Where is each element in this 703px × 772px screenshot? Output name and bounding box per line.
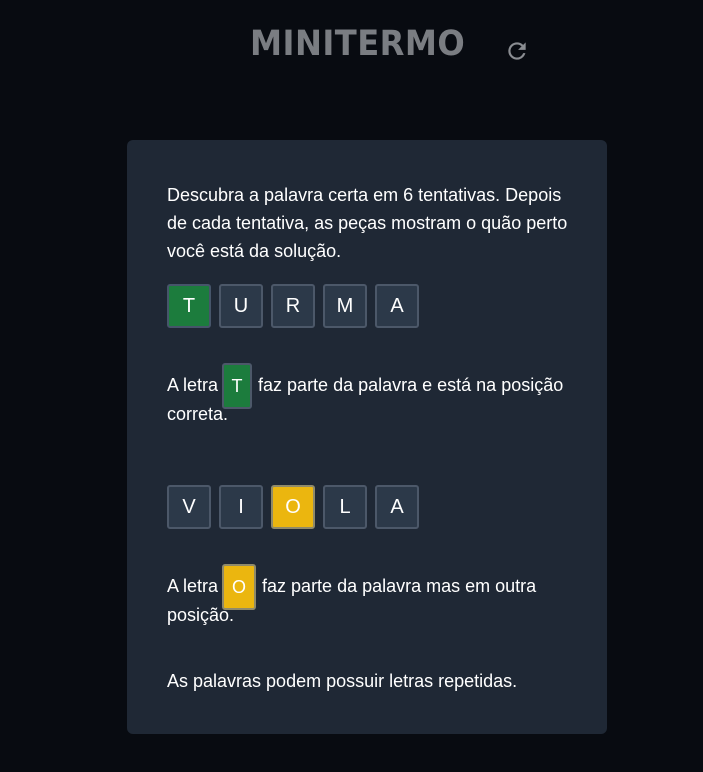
- inline-correct-tile: T: [222, 363, 253, 410]
- example-word-turma: T U R M A: [167, 284, 419, 328]
- example-tile: A: [375, 284, 419, 328]
- app-title: MINITERMO: [250, 24, 466, 64]
- correct-explanation: A letra Tfaz parte da palavra e está na p…: [167, 363, 577, 428]
- help-intro-text: Descubra a palavra certa em 6 tentativas…: [167, 185, 568, 261]
- repeated-letters-note: As palavras podem possuir letras repetid…: [167, 671, 518, 691]
- inline-present-tile: O: [222, 564, 257, 611]
- present-explanation: A letra Ofaz parte da palavra mas em outr…: [167, 564, 577, 629]
- example-tile: I: [219, 485, 263, 529]
- example-tile: A: [375, 485, 419, 529]
- example-tile: T: [167, 284, 211, 328]
- example-tile: M: [323, 284, 367, 328]
- example-tile: L: [323, 485, 367, 529]
- example-tile: V: [167, 485, 211, 529]
- refresh-icon[interactable]: [504, 38, 530, 64]
- explanation-prefix: A letra: [167, 576, 219, 596]
- example-tile: U: [219, 284, 263, 328]
- example-word-viola: V I O L A: [167, 485, 419, 529]
- header: MINITERMO: [0, 0, 703, 95]
- explanation-prefix: A letra: [167, 375, 219, 395]
- example-tile: R: [271, 284, 315, 328]
- help-dialog: Descubra a palavra certa em 6 tentativas…: [127, 140, 607, 734]
- example-tile: O: [271, 485, 315, 529]
